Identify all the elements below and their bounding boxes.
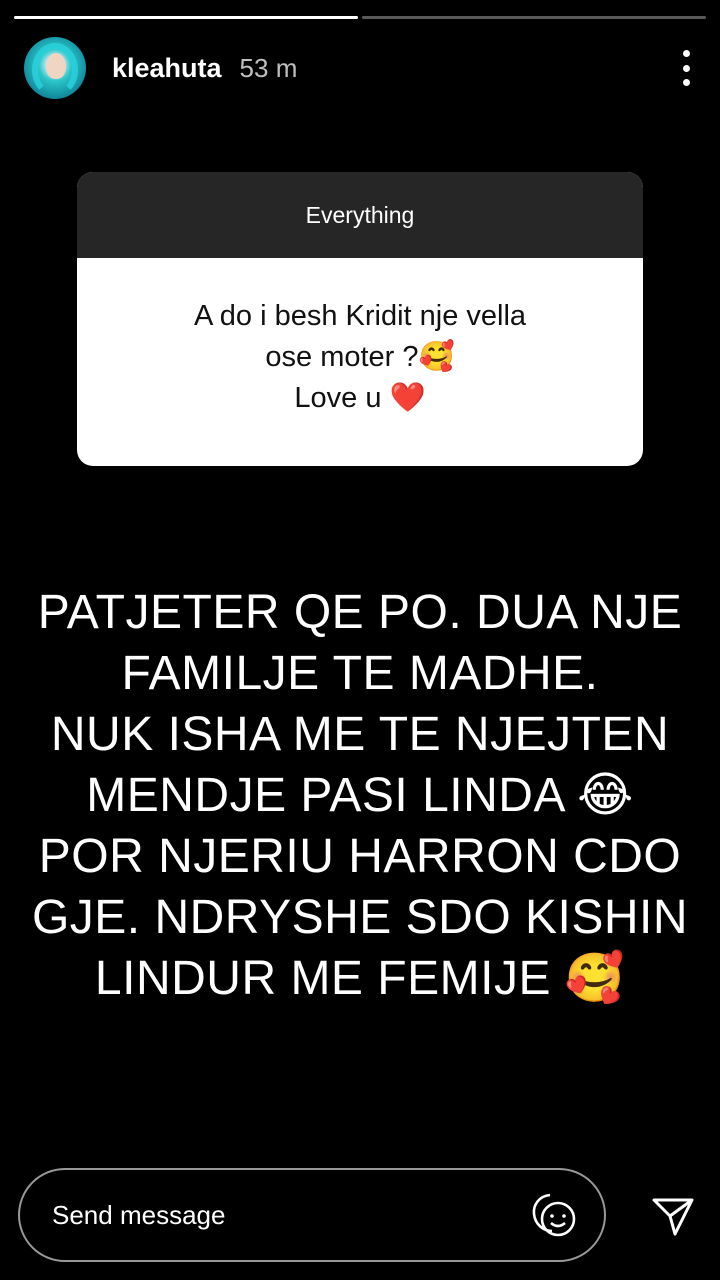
sticker-smile-icon[interactable] bbox=[526, 1187, 582, 1243]
more-dot bbox=[682, 64, 690, 72]
more-dot bbox=[682, 79, 690, 86]
send-paper-plane-icon[interactable] bbox=[646, 1190, 700, 1244]
answer-text: PATJETER QE PO. DUA NJE FAMILJE TE MADHE… bbox=[30, 582, 690, 1009]
question-line: ose moter ?🥰 bbox=[265, 340, 455, 373]
avatar-face-shape bbox=[46, 53, 66, 79]
answer-line: NUK ISHA ME TE NJEJTEN bbox=[50, 708, 670, 761]
answer-line: FAMILJE TE MADHE. bbox=[121, 647, 599, 700]
question-line: A do i besh Kridit nje vella bbox=[193, 299, 527, 332]
story-progress-bar bbox=[14, 16, 706, 19]
question-sticker-body: A do i besh Kridit nje vella ose moter ?… bbox=[77, 258, 643, 466]
send-message-bar bbox=[18, 1168, 606, 1262]
progress-segment-pending bbox=[362, 16, 706, 19]
send-message-input[interactable] bbox=[50, 1198, 526, 1232]
answer-line: PATJETER QE PO. DUA NJE bbox=[37, 586, 683, 639]
avatar[interactable] bbox=[24, 37, 86, 99]
answer-line: MENDJE PASI LINDA 😂 bbox=[86, 769, 634, 822]
answer-line: GJE. NDRYSHE SDO KISHIN bbox=[31, 891, 689, 944]
question-sticker-header: Everything bbox=[77, 172, 643, 258]
more-dot bbox=[682, 50, 690, 57]
more-vertical-icon[interactable] bbox=[676, 48, 696, 88]
story-header: kleahuta 53 m bbox=[24, 34, 696, 102]
question-sticker: Everything A do i besh Kridit nje vella … bbox=[77, 172, 643, 466]
question-line: Love u ❤️ bbox=[294, 381, 426, 414]
answer-line: POR NJERIU HARRON CDO bbox=[38, 830, 682, 883]
progress-segment-done bbox=[14, 16, 358, 19]
answer-line: LINDUR ME FEMIJE 🥰 bbox=[94, 952, 626, 1005]
story-time: 53 m bbox=[239, 52, 298, 83]
username[interactable]: kleahuta bbox=[112, 53, 222, 84]
